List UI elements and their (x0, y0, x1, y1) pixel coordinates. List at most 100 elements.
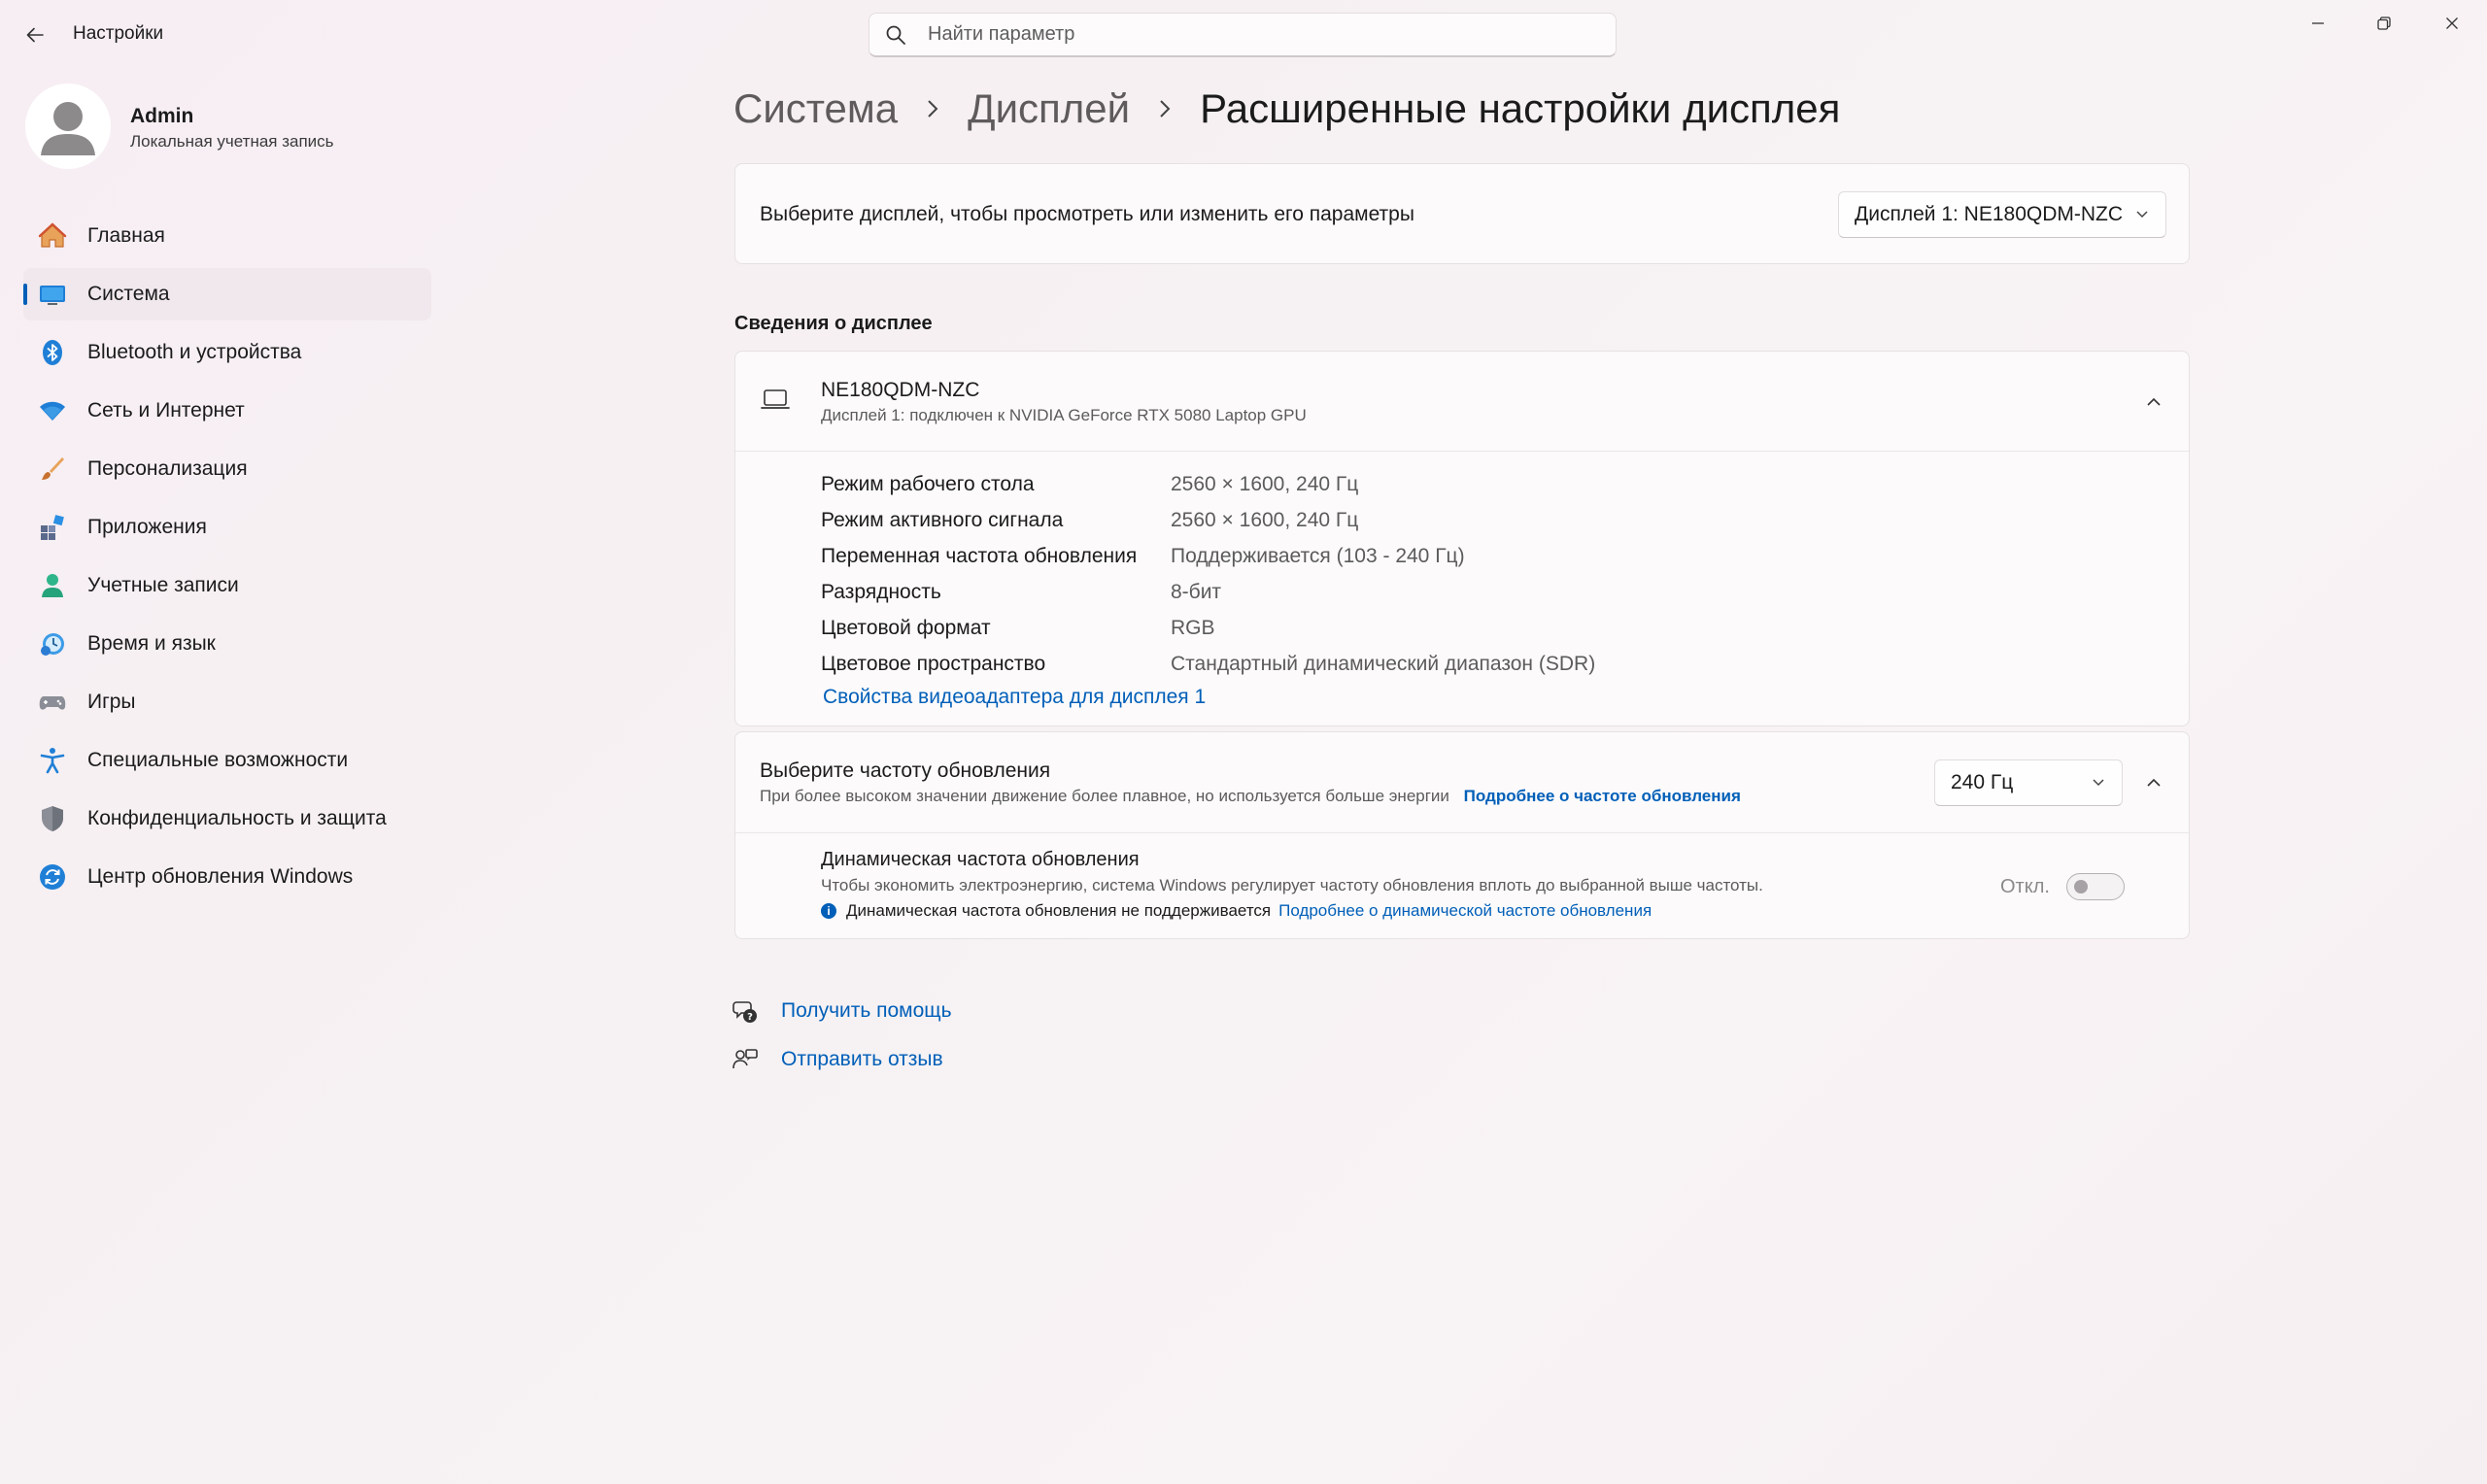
sidebar-item-accessibility[interactable]: Специальные возможности (23, 734, 431, 787)
shield-icon (37, 803, 68, 834)
get-help-label: Получить помощь (781, 999, 952, 1022)
sidebar-item-label: Приложения (87, 516, 207, 538)
sidebar-nav: Главная Система Bluetooth и устройства С… (23, 210, 431, 909)
sidebar-item-home[interactable]: Главная (23, 210, 431, 262)
display-dropdown-value: Дисплей 1: NE180QDM-NZC (1855, 203, 2124, 225)
chevron-up-icon (2147, 778, 2161, 787)
chevron-up-icon (2147, 397, 2161, 406)
sidebar-item-label: Персонализация (87, 457, 248, 480)
info-key: Режим рабочего стола (821, 472, 1035, 495)
info-row-color-space: Цветовое пространство Стандартный динами… (821, 646, 1595, 682)
adapter-properties-link[interactable]: Свойства видеоадаптера для дисплея 1 (823, 686, 1206, 709)
info-row-bit-depth: Разрядность 8-бит (821, 574, 1595, 610)
info-value: 2560 × 1600, 240 Гц (1171, 472, 1359, 495)
user-profile[interactable]: Admin Локальная учетная запись (25, 84, 414, 171)
system-icon (37, 279, 68, 310)
sidebar-item-accounts[interactable]: Учетные записи (23, 559, 431, 612)
info-key: Переменная частота обновления (821, 544, 1138, 567)
sidebar-item-personalization[interactable]: Персонализация (23, 443, 431, 495)
sidebar-item-label: Система (87, 283, 170, 305)
sidebar-item-label: Игры (87, 691, 136, 713)
user-name: Admin (130, 105, 194, 127)
sidebar-item-bluetooth[interactable]: Bluetooth и устройства (23, 326, 431, 379)
info-value: Стандартный динамический диапазон (SDR) (1171, 652, 1596, 675)
refresh-rate-value: 240 Гц (1951, 771, 2014, 793)
search-input[interactable] (926, 22, 1590, 47)
send-feedback-link[interactable]: Отправить отзыв (732, 1035, 952, 1084)
arrow-left-icon (26, 27, 44, 43)
refresh-rate-header: Выберите частоту обновления При более вы… (735, 732, 2189, 833)
sidebar-item-label: Учетные записи (87, 574, 239, 596)
display-dropdown[interactable]: Дисплей 1: NE180QDM-NZC (1838, 191, 2166, 238)
search-box[interactable] (869, 13, 1617, 57)
apps-icon (37, 512, 68, 543)
restore-button[interactable] (2351, 0, 2417, 47)
refresh-rate-learn-more-link[interactable]: Подробнее о частоте обновления (1464, 787, 1741, 805)
info-row-desktop-mode: Режим рабочего стола 2560 × 1600, 240 Гц (821, 466, 1595, 502)
brush-icon (37, 454, 68, 485)
monitor-name: NE180QDM-NZC (821, 379, 980, 401)
chevron-down-icon (2134, 206, 2150, 221)
feedback-icon (732, 1047, 762, 1072)
sidebar-item-label: Конфиденциальность и защита (87, 807, 387, 829)
refresh-rate-title: Выберите частоту обновления (760, 759, 1051, 782)
refresh-rate-dropdown[interactable]: 240 Гц (1934, 759, 2123, 806)
info-key: Цветовое пространство (821, 652, 1046, 675)
display-select-label: Выберите дисплей, чтобы просмотреть или … (760, 203, 1414, 225)
breadcrumb-system[interactable]: Система (733, 85, 898, 132)
chevron-right-icon (1157, 98, 1173, 119)
sidebar-item-network[interactable]: Сеть и Интернет (23, 385, 431, 437)
info-icon: i (821, 903, 836, 919)
breadcrumb-display[interactable]: Дисплей (968, 85, 1130, 132)
sidebar-item-label: Специальные возможности (87, 749, 349, 771)
info-value: 2560 × 1600, 240 Гц (1171, 508, 1359, 531)
get-help-link[interactable]: ? Получить помощь (732, 987, 952, 1035)
back-button[interactable] (17, 17, 52, 52)
accounts-icon (37, 570, 68, 601)
sidebar-item-windows-update[interactable]: Центр обновления Windows (23, 851, 431, 903)
info-row-color-format: Цветовой формат RGB (821, 610, 1595, 646)
time-language-icon (37, 628, 68, 659)
info-row-vrr: Переменная частота обновления Поддержива… (821, 538, 1595, 574)
info-row-active-signal: Режим активного сигнала 2560 × 1600, 240… (821, 502, 1595, 538)
minimize-icon (2312, 22, 2324, 24)
monitor-connection: Дисплей 1: подключен к NVIDIA GeForce RT… (821, 406, 1307, 424)
sidebar-item-apps[interactable]: Приложения (23, 501, 431, 554)
chevron-down-icon (2091, 774, 2106, 790)
info-value: 8-бит (1171, 580, 1222, 603)
display-info-heading: Сведения о дисплее (734, 313, 933, 334)
sidebar-item-system[interactable]: Система (23, 268, 431, 320)
info-value: Поддерживается (103 - 240 Гц) (1171, 544, 1465, 567)
sidebar-item-time-language[interactable]: Время и язык (23, 618, 431, 670)
sidebar-item-label: Bluetooth и устройства (87, 341, 302, 363)
sidebar-item-label: Сеть и Интернет (87, 399, 245, 422)
dynamic-refresh-unsupported: Динамическая частота обновления не подде… (846, 901, 1272, 920)
collapse-refresh-rate-button[interactable] (2134, 763, 2173, 802)
refresh-rate-subtitle: При более высоком значении движение боле… (760, 787, 1449, 805)
sidebar-item-label: Главная (87, 224, 165, 247)
collapse-display-info-button[interactable] (2134, 383, 2173, 422)
app-title: Настройки (73, 23, 164, 44)
sidebar-item-privacy[interactable]: Конфиденциальность и защита (23, 793, 431, 845)
search-icon (885, 24, 914, 46)
display-info-card: NE180QDM-NZC Дисплей 1: подключен к NVID… (734, 351, 2190, 726)
send-feedback-label: Отправить отзыв (781, 1048, 943, 1070)
dynamic-refresh-title: Динамическая частота обновления (821, 849, 1140, 870)
toggle-state-label: Откл. (2000, 876, 2050, 897)
minimize-button[interactable] (2285, 0, 2351, 47)
display-info-header[interactable]: NE180QDM-NZC Дисплей 1: подключен к NVID… (735, 352, 2189, 452)
wifi-icon (37, 395, 68, 426)
dynamic-refresh-toggle[interactable] (2066, 873, 2125, 900)
bluetooth-icon (37, 337, 68, 368)
close-button[interactable] (2419, 0, 2485, 47)
refresh-rate-card: Выберите частоту обновления При более вы… (734, 731, 2190, 939)
close-icon (2446, 17, 2458, 29)
laptop-icon (761, 388, 790, 412)
help-chat-icon: ? (732, 998, 762, 1024)
user-avatar-icon (41, 102, 95, 155)
display-info-list: Режим рабочего стола 2560 × 1600, 240 Гц… (821, 466, 1595, 682)
sidebar-item-gaming[interactable]: Игры (23, 676, 431, 728)
dynamic-refresh-learn-more-link[interactable]: Подробнее о динамической частоте обновле… (1278, 901, 1652, 921)
update-icon (37, 861, 68, 893)
restore-icon (2377, 17, 2391, 30)
